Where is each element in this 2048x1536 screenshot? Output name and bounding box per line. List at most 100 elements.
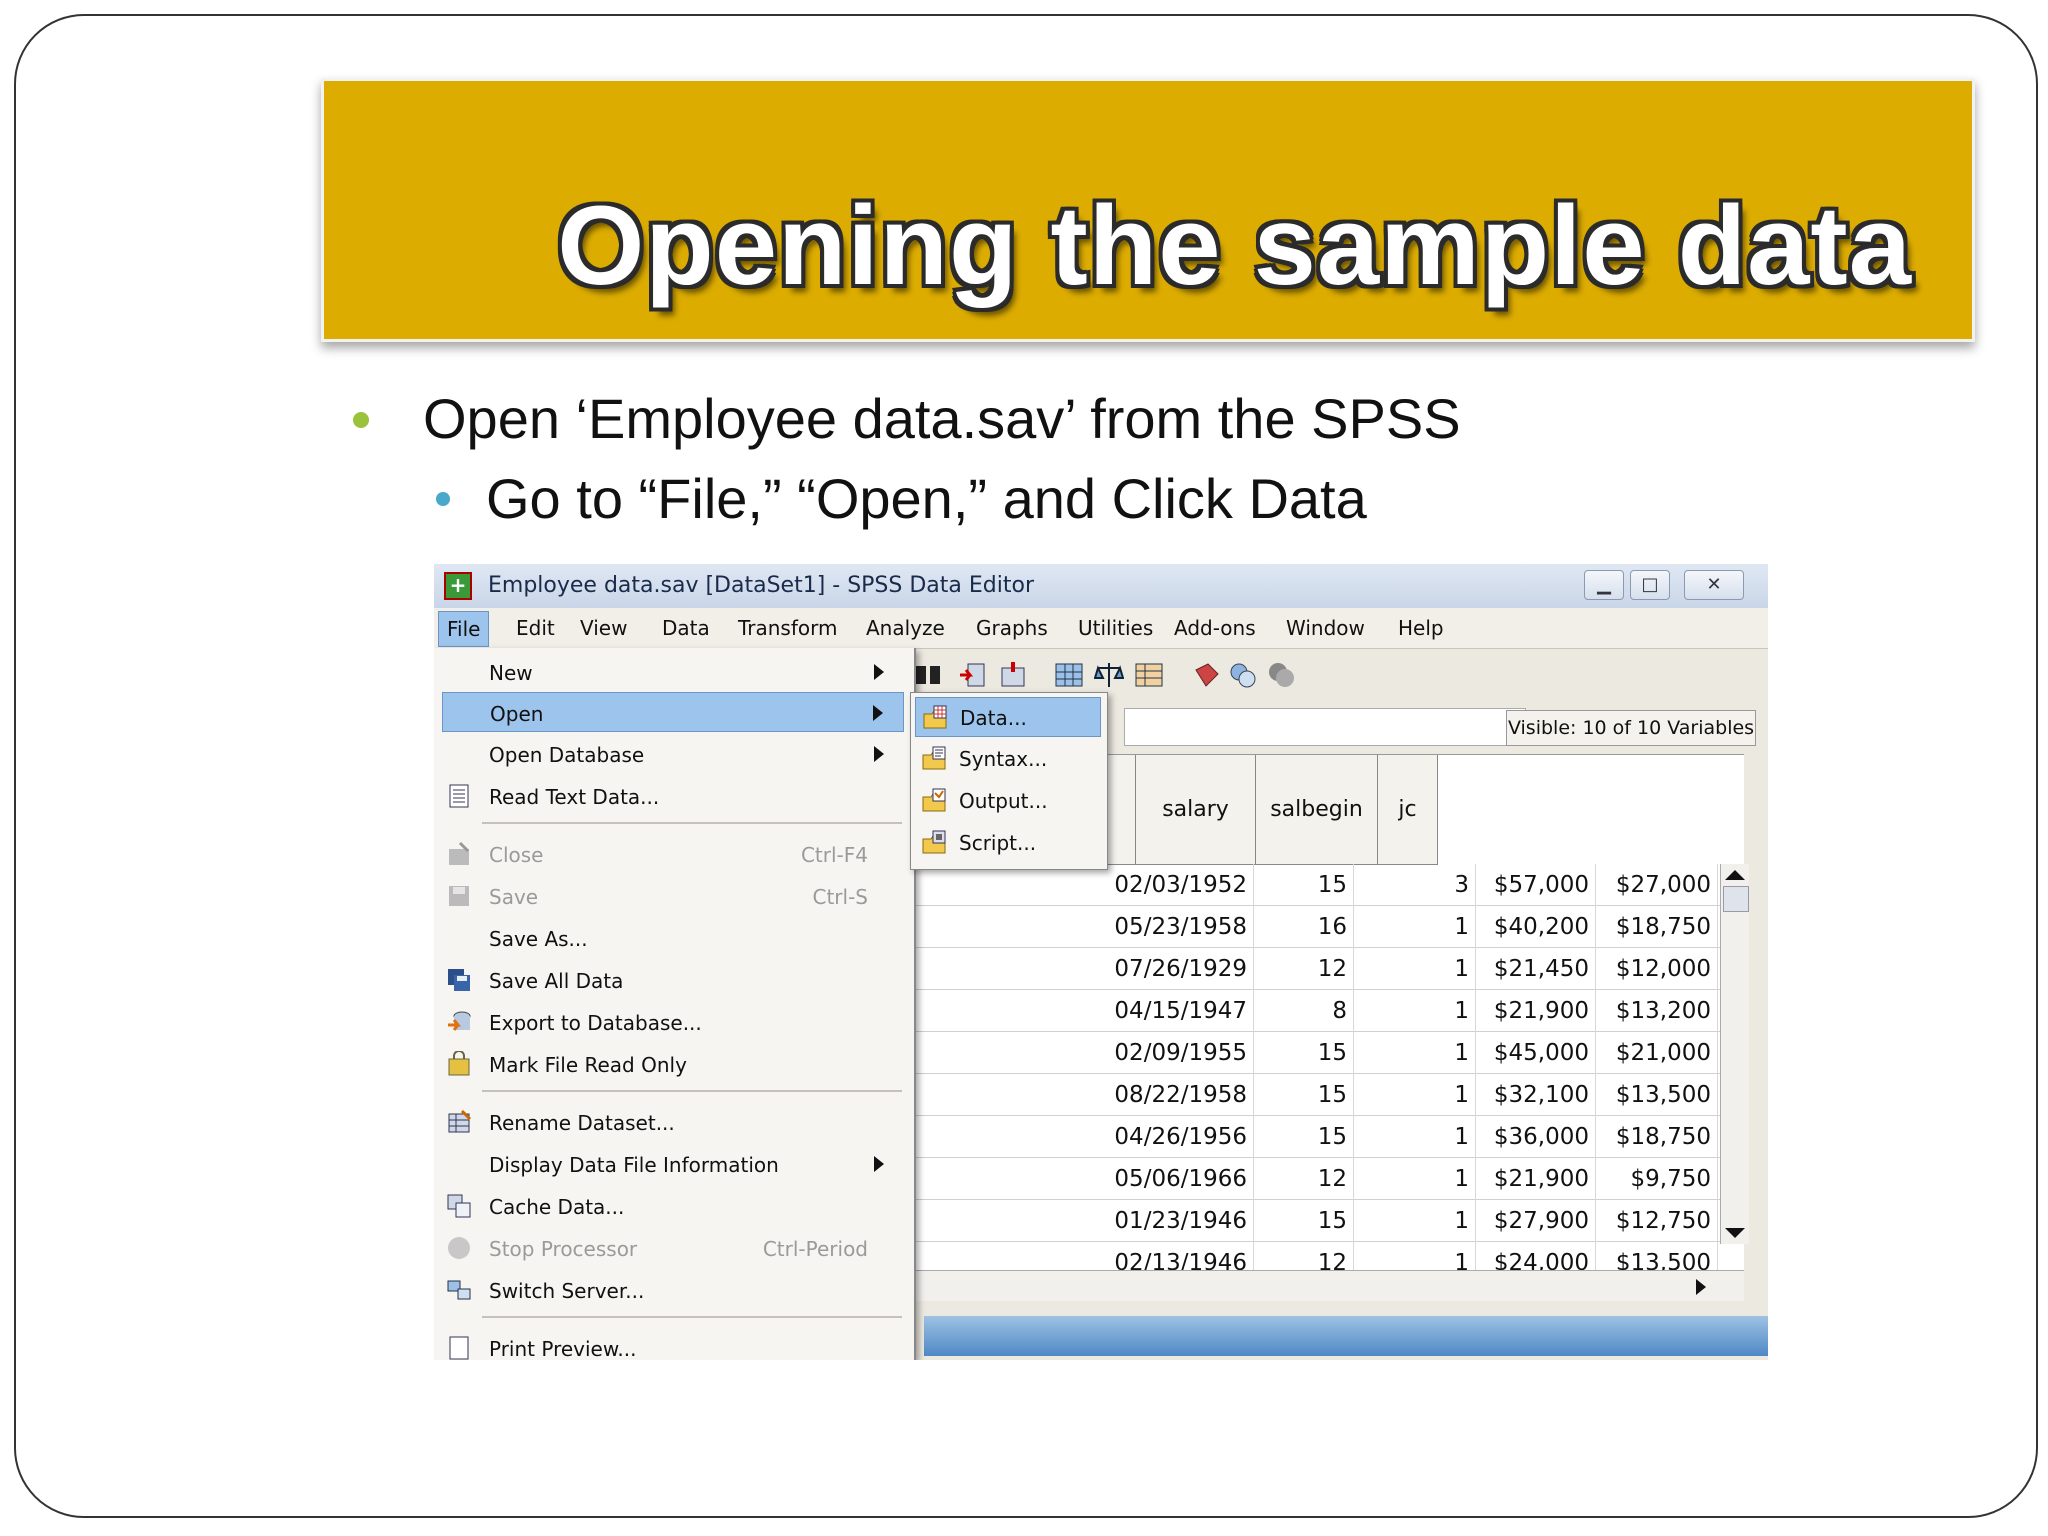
table-cell[interactable]: $21,900 — [1476, 1158, 1596, 1200]
menu-item-mark-file-read-only[interactable]: Mark File Read Only — [442, 1044, 904, 1084]
submenu-item-syntax[interactable]: Syntax... — [915, 739, 1101, 779]
table-cell[interactable]: 12 — [1254, 948, 1354, 990]
table-cell[interactable]: $32,100 — [1476, 1074, 1596, 1116]
menu-graphs[interactable]: Graphs — [976, 616, 1048, 640]
table-cell[interactable]: 1 — [1354, 948, 1476, 990]
table-cell[interactable]: 12 — [1254, 1158, 1354, 1200]
table-cell[interactable]: $12,000 — [1596, 948, 1718, 990]
column-header-salbegin[interactable]: salbegin — [1256, 755, 1378, 865]
table-cell[interactable]: 15 — [1254, 1116, 1354, 1158]
menu-item-save-as[interactable]: Save As... — [442, 918, 904, 958]
table-cell[interactable]: $21,450 — [1476, 948, 1596, 990]
table-cell[interactable]: $21,900 — [1476, 990, 1596, 1032]
use-sets-icon[interactable] — [1228, 660, 1258, 690]
menu-transform[interactable]: Transform — [738, 616, 837, 640]
status-bar — [924, 1316, 1768, 1356]
menu-item-label: Cache Data... — [489, 1195, 625, 1219]
scroll-right-icon[interactable] — [1696, 1279, 1706, 1295]
horizontal-scrollbar[interactable] — [794, 1270, 1744, 1301]
bullet-2-text: Go to “File,” “Open,” and Click Data — [486, 467, 1367, 530]
menu-analyze[interactable]: Analyze — [866, 616, 945, 640]
show-all-variables-icon[interactable] — [1266, 660, 1296, 690]
table-cell[interactable]: 15 — [1254, 1032, 1354, 1074]
table-cell[interactable]: 1 — [1354, 906, 1476, 948]
menu-item-display-data-file-information[interactable]: Display Data File Information — [442, 1144, 904, 1184]
table-cell[interactable]: $27,900 — [1476, 1200, 1596, 1242]
menu-separator — [482, 822, 902, 824]
table-cell[interactable]: 1 — [1354, 1200, 1476, 1242]
menu-edit[interactable]: Edit — [516, 616, 555, 640]
text-document-icon — [449, 784, 469, 808]
menu-item-stop-processor[interactable]: Stop Processor Ctrl-Period — [442, 1228, 904, 1268]
menu-item-close[interactable]: Close Ctrl-F4 — [442, 834, 904, 874]
table-cell[interactable]: $18,750 — [1596, 1116, 1718, 1158]
table-row: 05/06/1966 12 1 $21,900 $9,750 — [794, 1158, 1720, 1200]
menu-window[interactable]: Window — [1286, 616, 1365, 640]
cell-value-field[interactable] — [1124, 708, 1526, 746]
menu-item-export-to-database[interactable]: Export to Database... — [442, 1002, 904, 1042]
value-labels-icon[interactable] — [1192, 660, 1222, 690]
table-cell[interactable]: 1 — [1354, 1158, 1476, 1200]
weight-cases-icon[interactable] — [1094, 660, 1124, 690]
submenu-arrow-icon — [873, 705, 883, 721]
menu-item-label: Switch Server... — [489, 1279, 645, 1303]
scroll-up-icon[interactable] — [1725, 870, 1745, 880]
menu-item-switch-server[interactable]: Switch Server... — [442, 1270, 904, 1310]
table-cell[interactable]: $36,000 — [1476, 1116, 1596, 1158]
vertical-scrollbar[interactable] — [1720, 864, 1749, 1244]
menu-item-open[interactable]: Open — [442, 692, 904, 732]
column-header-jobtime[interactable]: jc — [1378, 755, 1438, 865]
table-cell[interactable]: $57,000 — [1476, 864, 1596, 906]
menu-utilities[interactable]: Utilities — [1078, 616, 1153, 640]
menu-separator — [482, 1090, 902, 1092]
menu-item-save-all-data[interactable]: Save All Data — [442, 960, 904, 1000]
table-cell[interactable]: 15 — [1254, 864, 1354, 906]
table-cell[interactable]: 15 — [1254, 1200, 1354, 1242]
table-cell[interactable]: $12,750 — [1596, 1200, 1718, 1242]
menu-addons[interactable]: Add-ons — [1174, 616, 1256, 640]
split-file-icon[interactable] — [1054, 660, 1084, 690]
table-cell[interactable]: 8 — [1254, 990, 1354, 1032]
table-cell[interactable]: $27,000 — [1596, 864, 1718, 906]
table-cell[interactable]: $18,750 — [1596, 906, 1718, 948]
menu-view[interactable]: View — [580, 616, 627, 640]
menu-item-open-database[interactable]: Open Database — [442, 734, 904, 774]
menu-item-print-preview[interactable]: Print Preview... — [442, 1328, 904, 1360]
table-cell[interactable]: 3 — [1354, 864, 1476, 906]
scroll-down-icon[interactable] — [1725, 1228, 1745, 1238]
select-cases-icon[interactable] — [1134, 660, 1164, 690]
table-cell[interactable]: $45,000 — [1476, 1032, 1596, 1074]
column-header-salary[interactable]: salary — [1136, 755, 1256, 865]
submenu-item-output[interactable]: Output... — [915, 781, 1101, 821]
menu-help[interactable]: Help — [1398, 616, 1444, 640]
table-cell[interactable]: 1 — [1354, 1032, 1476, 1074]
scroll-thumb[interactable] — [1723, 886, 1749, 912]
menu-item-read-text-data[interactable]: Read Text Data... — [442, 776, 904, 816]
table-cell[interactable]: $40,200 — [1476, 906, 1596, 948]
stop-icon — [448, 1237, 470, 1259]
binoculars-icon[interactable] — [914, 660, 944, 690]
minimize-button[interactable]: ▁ — [1584, 570, 1624, 600]
insert-cases-icon[interactable] — [958, 660, 988, 690]
menu-item-label: New — [489, 661, 533, 685]
table-cell[interactable]: $13,200 — [1596, 990, 1718, 1032]
table-cell[interactable]: 15 — [1254, 1074, 1354, 1116]
table-cell[interactable]: 1 — [1354, 990, 1476, 1032]
table-cell[interactable]: 16 — [1254, 906, 1354, 948]
menu-item-rename-dataset[interactable]: Rename Dataset... — [442, 1102, 904, 1142]
menu-item-save[interactable]: Save Ctrl-S — [442, 876, 904, 916]
table-cell[interactable]: 1 — [1354, 1116, 1476, 1158]
table-cell[interactable]: 1 — [1354, 1074, 1476, 1116]
submenu-item-data[interactable]: Data... — [915, 697, 1101, 737]
menu-item-cache-data[interactable]: Cache Data... — [442, 1186, 904, 1226]
maximize-button[interactable]: □ — [1630, 570, 1670, 600]
submenu-item-script[interactable]: Script... — [915, 823, 1101, 863]
close-button[interactable]: ✕ — [1684, 570, 1744, 600]
table-cell[interactable]: $9,750 — [1596, 1158, 1718, 1200]
menu-file[interactable]: File — [438, 611, 490, 647]
insert-variable-icon[interactable] — [998, 660, 1028, 690]
table-cell[interactable]: $21,000 — [1596, 1032, 1718, 1074]
menu-item-new[interactable]: New — [442, 652, 904, 692]
table-cell[interactable]: $13,500 — [1596, 1074, 1718, 1116]
menu-data[interactable]: Data — [662, 616, 710, 640]
